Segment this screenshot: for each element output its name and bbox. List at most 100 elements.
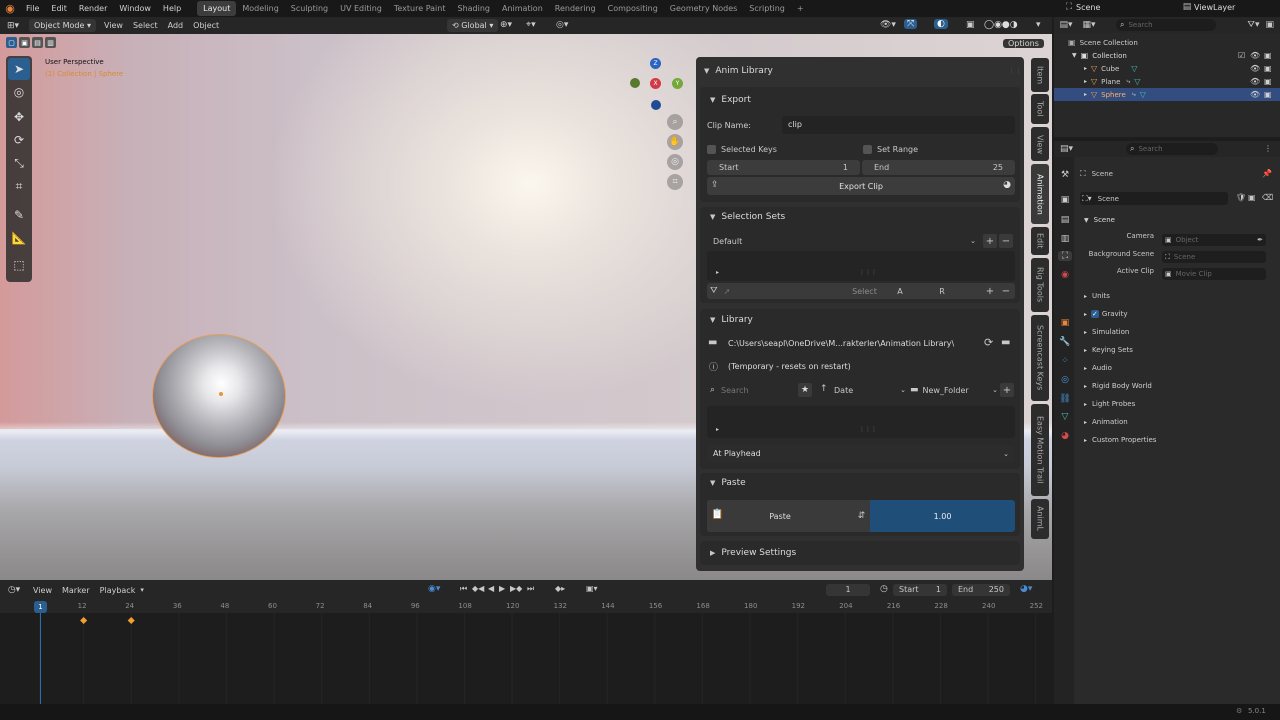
render-tab-icon[interactable]: ▣	[1058, 195, 1072, 205]
selection-sets-header[interactable]: ▼ Selection Sets	[710, 212, 785, 222]
next-keyframe-icon[interactable]: ▶◆	[510, 584, 522, 593]
shading-options-icon[interactable]: ▾	[1036, 20, 1041, 30]
jump-end-icon[interactable]: ⏭	[527, 584, 534, 594]
cursor-tool[interactable]: ◎	[8, 81, 30, 103]
selection-set-dropdown[interactable]: Default ⌄	[707, 233, 982, 249]
properties-editor-icon[interactable]: ▤▾	[1060, 144, 1073, 154]
select-subtract-icon[interactable]: ▤	[32, 37, 43, 48]
outliner-row-cube[interactable]: ▸ ▽ Cube ▽ 👁 ▣	[1054, 62, 1280, 75]
navigation-gizmo[interactable]: Z X Y	[628, 58, 686, 116]
world-tab-icon[interactable]: ◉	[1058, 270, 1072, 280]
add-set-icon[interactable]: +	[983, 234, 997, 248]
new-collection-icon[interactable]: ▣	[1265, 20, 1274, 30]
xray-icon[interactable]: ▣	[966, 20, 975, 30]
timeline-menu-view[interactable]: View	[28, 584, 57, 597]
unlink-icon[interactable]: ⌫	[1262, 193, 1273, 202]
keying-set-icon[interactable]: ◆▸	[555, 584, 565, 593]
paste-button[interactable]: 📋 Paste	[707, 500, 853, 532]
clip-name-input[interactable]: clip	[782, 116, 1015, 134]
eye-icon[interactable]: 👁	[1250, 77, 1260, 86]
gizmo-toggle-icon[interactable]: ⤧	[904, 19, 918, 29]
outliner-row-collection[interactable]: ▼ ▣ Collection ☑ 👁 ▣	[1054, 49, 1280, 62]
sidebar-tab-animation[interactable]: Animation	[1031, 164, 1049, 224]
sphere-object[interactable]	[152, 334, 286, 458]
scale-tool[interactable]: ⤡	[8, 152, 30, 174]
gizmo-x-axis[interactable]: X	[650, 78, 661, 89]
editor-type-icon[interactable]: ⊞▾	[0, 21, 26, 31]
timeline-editor-icon[interactable]: ◷▾	[0, 585, 28, 595]
refresh-icon[interactable]: ⟳	[984, 336, 993, 349]
timeline-menu-marker[interactable]: Marker	[57, 584, 95, 597]
view-layer-tab-icon[interactable]: ▥	[1058, 234, 1072, 244]
menu-select[interactable]: Select	[128, 19, 163, 32]
tab-texture-paint[interactable]: Texture Paint	[388, 1, 452, 16]
modifiers-tab-icon[interactable]: 🔧	[1058, 337, 1072, 347]
pivot-icon[interactable]: ⊕▾	[500, 20, 512, 30]
sidebar-tab-item[interactable]: Item	[1031, 58, 1049, 92]
timeline-canvas[interactable]	[0, 600, 1052, 704]
tab-geometry-nodes[interactable]: Geometry Nodes	[664, 1, 743, 16]
remove-set-icon[interactable]: −	[999, 234, 1013, 248]
selected-keys-checkbox[interactable]: Selected Keys	[707, 145, 777, 154]
remove-item-icon[interactable]: −	[999, 284, 1013, 298]
resize-grip-icon[interactable]: ⋮⋮⋮	[859, 269, 877, 276]
expand-arrow-icon[interactable]: ▸	[1084, 65, 1087, 72]
add-cube-tool[interactable]: ⬚	[8, 254, 30, 276]
panel-simulation[interactable]: ▸ Simulation	[1082, 324, 1272, 340]
preview-settings-header[interactable]: ▶ Preview Settings	[700, 541, 1020, 565]
drag-handle-icon[interactable]: ⋮⋮	[1008, 67, 1022, 75]
checkbox-icon[interactable]: ☑	[1238, 51, 1245, 60]
playhead-frame-indicator[interactable]: 1	[34, 601, 47, 613]
sidebar-tab-tool[interactable]: Tool	[1031, 94, 1049, 124]
visibility-icon[interactable]: 👁▾	[880, 20, 896, 30]
select-intersect-icon[interactable]: ▥	[45, 37, 56, 48]
tab-uv-editing[interactable]: UV Editing	[334, 1, 388, 16]
menu-help[interactable]: Help	[157, 0, 187, 17]
constraints-tab-icon[interactable]: ⛓	[1058, 394, 1072, 404]
end-frame-input[interactable]: End 250	[952, 584, 1010, 596]
selection-sets-list[interactable]: ▸ ⋮⋮⋮	[707, 251, 1015, 281]
play-icon[interactable]: ▶	[499, 584, 505, 593]
expand-arrow-icon[interactable]: ▸	[716, 269, 719, 276]
object-mode-dropdown[interactable]: Object Mode ▾	[29, 19, 96, 32]
view-layer-selector[interactable]: ▤ ViewLayer	[1180, 2, 1236, 12]
library-clip-list[interactable]: ▸ ⋮⋮⋮	[707, 406, 1015, 438]
expand-arrow-icon[interactable]: ▸	[716, 426, 719, 433]
sidebar-tab-view[interactable]: View	[1031, 127, 1049, 161]
eye-icon[interactable]: 👁	[1250, 90, 1260, 99]
pin-icon[interactable]: 📌	[1262, 169, 1272, 178]
select-box-tool[interactable]: ➤	[8, 58, 30, 80]
timeline-view-options-icon[interactable]: ◕▾	[1020, 584, 1032, 594]
playback-sync-icon[interactable]: ▣▾	[586, 584, 598, 593]
camera-view-icon[interactable]: ◎	[667, 154, 683, 170]
export-options-icon[interactable]: ◕	[1003, 180, 1011, 190]
anim-library-header[interactable]: ▼ Anim Library	[704, 66, 773, 76]
panel-custom-properties[interactable]: ▸ Custom Properties	[1082, 432, 1272, 448]
select-extend-icon[interactable]: ▣	[19, 37, 30, 48]
properties-search-input[interactable]: ⌕ Search	[1126, 143, 1218, 155]
camera-field[interactable]: ▣ Object ✒	[1162, 234, 1266, 246]
select-new-icon[interactable]: ▢	[6, 37, 17, 48]
select-r-button[interactable]: R	[936, 284, 948, 298]
eye-icon[interactable]: 👁	[1250, 51, 1260, 60]
panel-animation[interactable]: ▸ Animation	[1082, 414, 1272, 430]
scene-selector[interactable]: ⛶ Scene	[1062, 2, 1101, 12]
proportional-edit-icon[interactable]: ◎▾	[556, 20, 568, 30]
outliner-row-plane[interactable]: ▸ ▽ Plane ⤷ ▽ 👁 ▣	[1054, 75, 1280, 88]
paste-offset-icon[interactable]: ⇵	[853, 500, 870, 532]
menu-view[interactable]: View	[99, 19, 128, 32]
move-tool[interactable]: ✥	[8, 106, 30, 128]
expand-arrow-icon[interactable]: ▸	[1084, 91, 1087, 98]
fake-user-icon[interactable]: 🛡	[1236, 193, 1246, 202]
outliner-row-scene-collection[interactable]: ▣ Scene Collection	[1054, 36, 1280, 49]
gizmo-z-axis[interactable]: Z	[650, 58, 661, 69]
background-scene-field[interactable]: ⛶ Scene	[1162, 251, 1266, 263]
pan-hand-icon[interactable]: ✋	[667, 134, 683, 150]
end-frame-field[interactable]: End 25	[862, 160, 1015, 175]
gizmo-neg-z[interactable]	[651, 100, 661, 110]
sidebar-tab-easy-motion-trail[interactable]: Easy Motion Trail	[1031, 404, 1049, 496]
timeline-menu-playback[interactable]: Playback	[95, 584, 141, 597]
annotate-tool[interactable]: ✎	[8, 204, 30, 226]
duplicate-icon[interactable]: ▣	[1248, 193, 1256, 202]
tab-layout[interactable]: Layout	[197, 1, 237, 16]
